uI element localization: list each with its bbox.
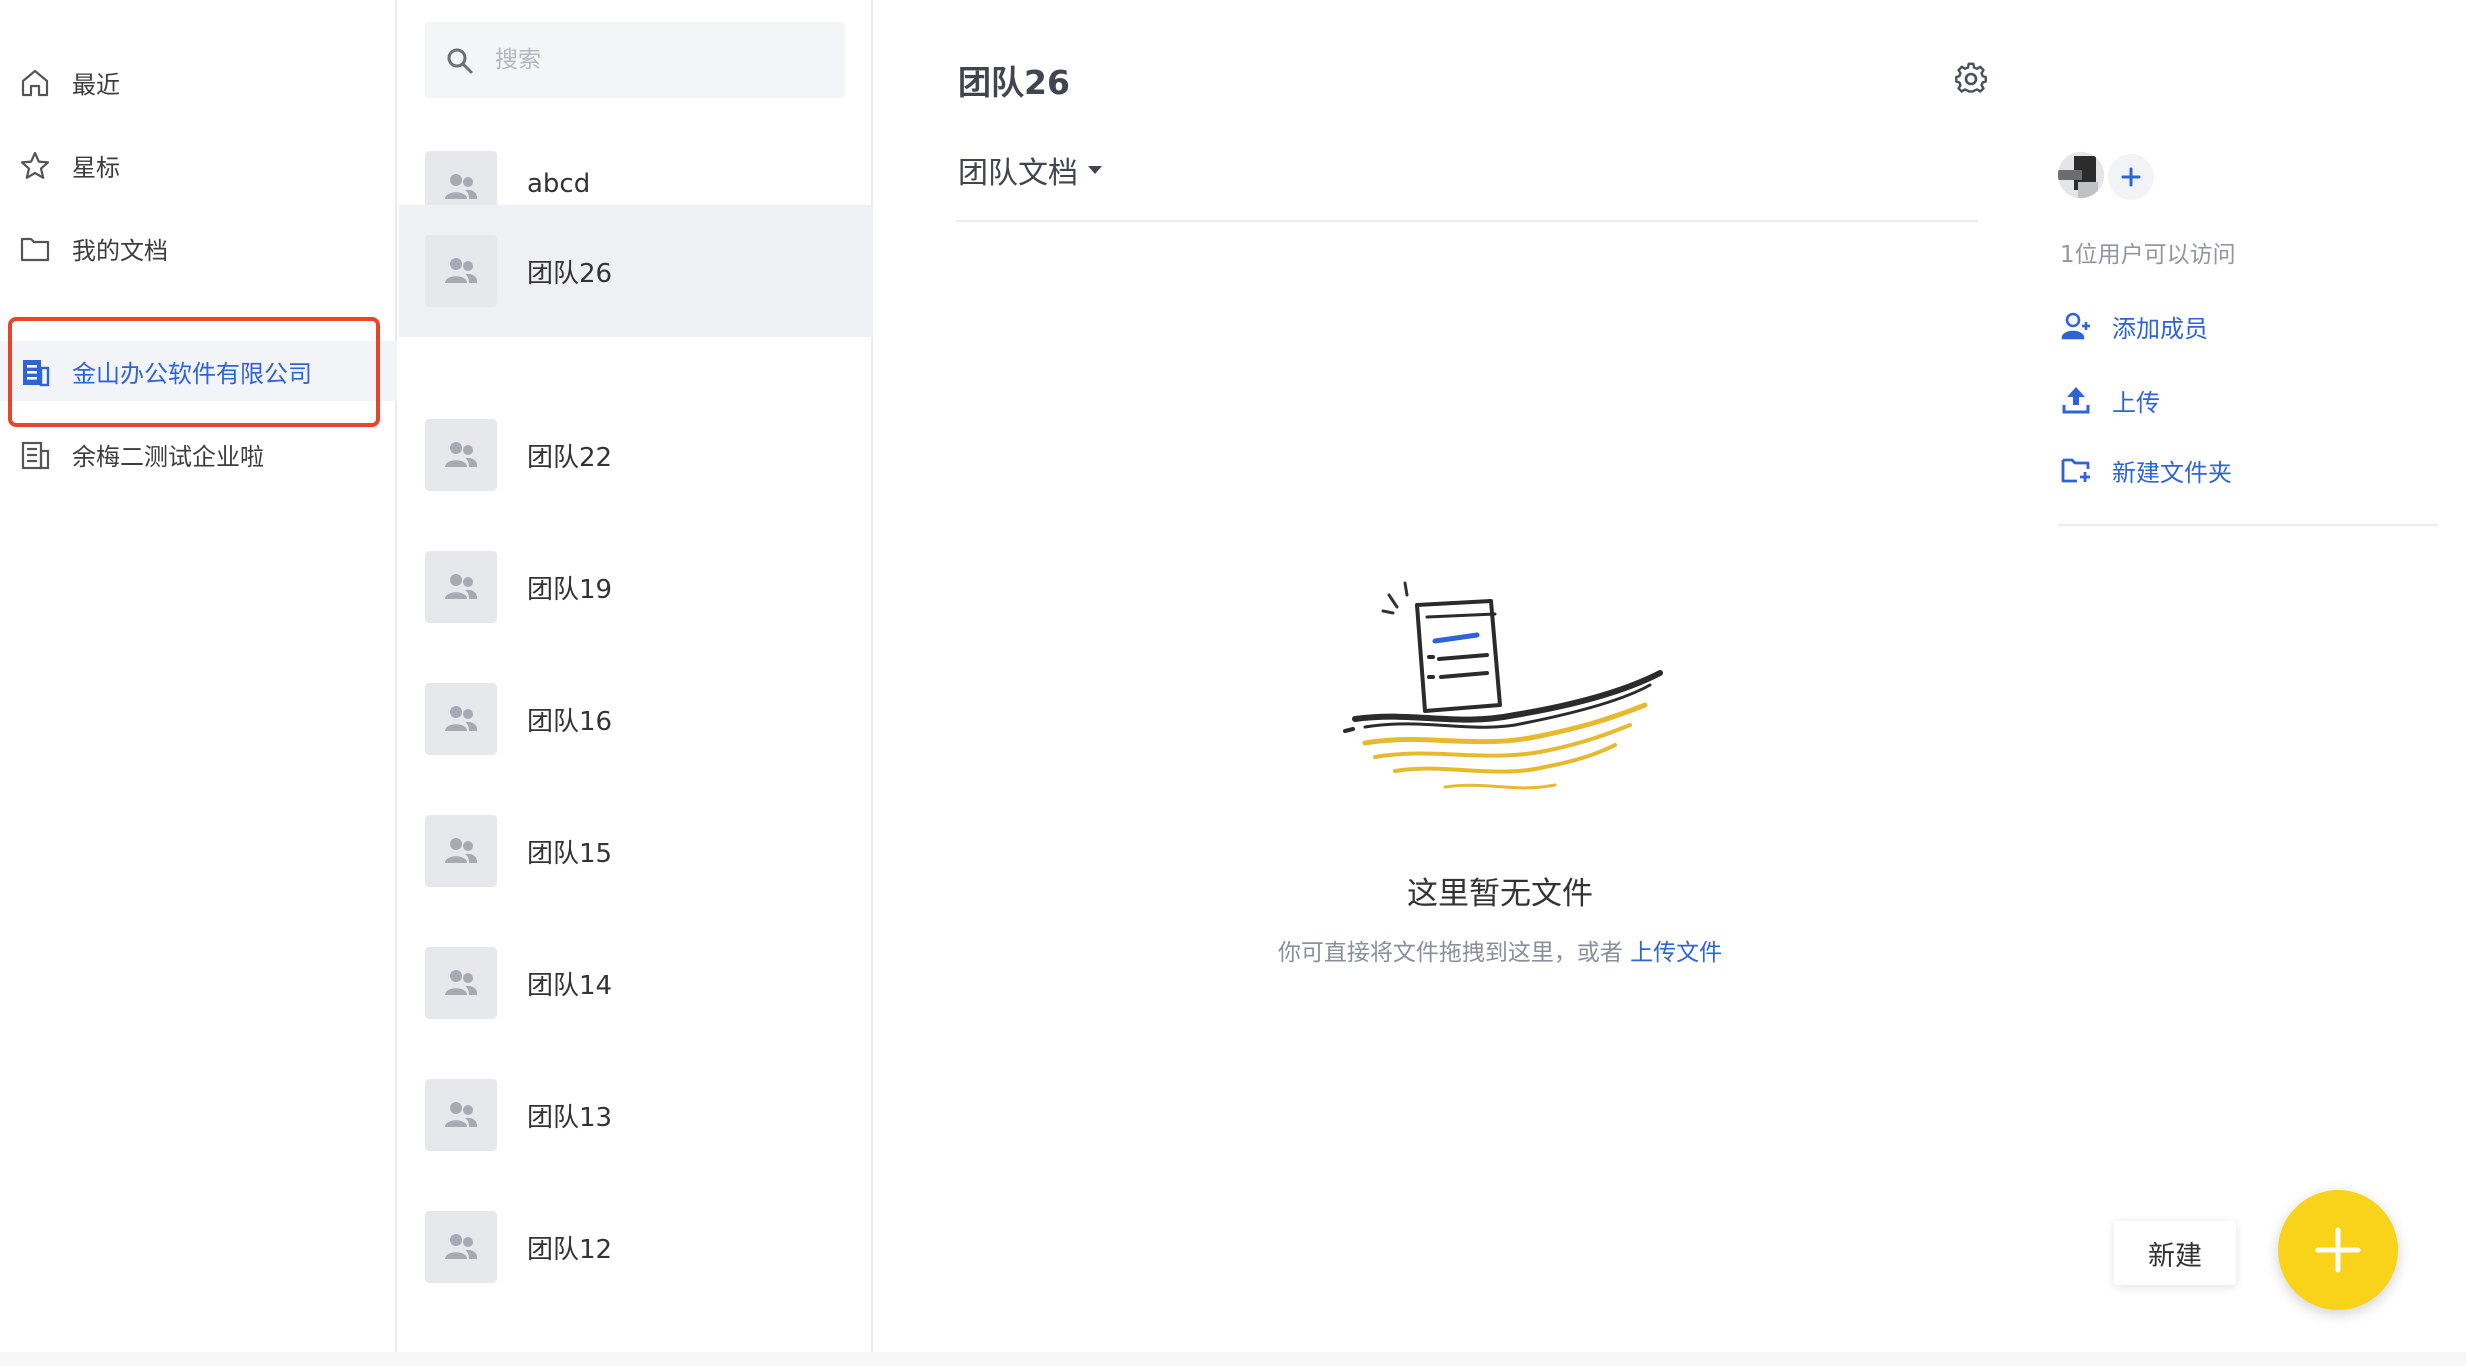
- bottom-edge: [0, 1352, 2466, 1366]
- team-members-icon: [445, 258, 478, 283]
- team-name: 团队14: [527, 971, 613, 1001]
- team-name: 团队26: [527, 259, 613, 289]
- plus-icon: [2121, 167, 2141, 187]
- folder-icon: [20, 237, 50, 262]
- search-input[interactable]: [495, 22, 825, 98]
- new-tooltip-label[interactable]: 新建: [2114, 1221, 2236, 1285]
- nav-item-label: 余梅二测试企业啦: [72, 442, 264, 471]
- team-avatar: [425, 1079, 497, 1151]
- divider: [956, 220, 1978, 222]
- team-name: abcd: [527, 169, 591, 199]
- add-member-label: 添加成员: [2112, 314, 2208, 343]
- team-members-icon: [445, 1102, 478, 1127]
- empty-hint-text: 你可直接将文件拖拽到这里，或者: [1277, 940, 1623, 966]
- team-avatar: [425, 947, 497, 1019]
- nav-item-company-kingsoft[interactable]: 金山办公软件有限公司: [0, 341, 397, 401]
- caret-down-icon: [1088, 166, 1102, 174]
- new-folder-icon: [2061, 458, 2090, 483]
- nav-item-company-test[interactable]: 余梅二测试企业啦: [0, 424, 397, 484]
- doc-type-dropdown[interactable]: 团队文档: [958, 148, 1102, 192]
- team-avatar: [425, 683, 497, 755]
- building-icon: [23, 360, 50, 387]
- gear-icon[interactable]: [1954, 62, 1988, 96]
- nav-item-my-docs[interactable]: 我的文档: [0, 218, 397, 278]
- team-avatar: [425, 551, 497, 623]
- team-item-19[interactable]: 团队19: [399, 521, 873, 653]
- nav-item-starred[interactable]: 星标: [0, 135, 397, 195]
- team-item-16[interactable]: 团队16: [399, 653, 873, 785]
- team-members-icon: [445, 838, 478, 863]
- team-name: 团队22: [527, 443, 613, 473]
- team-avatar: [425, 419, 497, 491]
- team-item-13[interactable]: 团队13: [399, 1049, 873, 1181]
- new-fab-button[interactable]: [2278, 1190, 2398, 1310]
- team-item-15[interactable]: 团队15: [399, 785, 873, 917]
- add-member-button[interactable]: [2108, 154, 2154, 200]
- nav-item-label: 最近: [72, 70, 120, 99]
- user-photo-icon: [2058, 152, 2104, 198]
- page-title: 团队26: [958, 63, 1070, 102]
- home-icon: [21, 69, 49, 97]
- team-members-icon: [445, 574, 478, 599]
- team-avatar: [425, 235, 497, 307]
- access-count: 1位用户可以访问: [2060, 242, 2236, 268]
- upload-label: 上传: [2112, 388, 2160, 417]
- team-name: 团队15: [527, 839, 613, 869]
- divider: [2058, 524, 2438, 526]
- team-members-icon: [445, 174, 478, 199]
- new-folder-action[interactable]: 新建文件夹: [2060, 448, 2232, 492]
- empty-state-title: 这里暂无文件: [1407, 876, 1593, 912]
- left-navigation: 最近 星标 我的文档 金山办公软件有限公司 余梅二测试企业啦: [0, 0, 397, 1366]
- team-name: 团队13: [527, 1103, 613, 1133]
- add-member-action[interactable]: 添加成员: [2060, 304, 2208, 348]
- upload-action[interactable]: 上传: [2060, 378, 2160, 422]
- nav-item-label: 金山办公软件有限公司: [72, 359, 312, 388]
- doc-type-label: 团队文档: [958, 156, 1078, 191]
- star-icon: [20, 151, 50, 179]
- nav-item-label: 我的文档: [72, 236, 168, 265]
- team-members-icon: [445, 1234, 478, 1259]
- team-members-icon: [445, 970, 478, 995]
- team-item-14[interactable]: 团队14: [399, 917, 873, 1049]
- team-avatar: [425, 1211, 497, 1283]
- member-avatars: [2058, 152, 2168, 208]
- team-name: 团队19: [527, 575, 613, 605]
- team-item-12[interactable]: 团队12: [399, 1181, 873, 1313]
- avatar[interactable]: [2058, 152, 2104, 198]
- empty-state-hint: 你可直接将文件拖拽到这里，或者 上传文件: [1200, 933, 1800, 967]
- team-list: abcd 团队26 团队22 团队19 团队16 团队15 团队14: [399, 0, 873, 1366]
- team-members-icon: [445, 706, 478, 731]
- team-avatar: [425, 815, 497, 887]
- upload-file-link[interactable]: 上传文件: [1630, 940, 1722, 966]
- team-name: 团队12: [527, 1235, 613, 1265]
- search-box: [425, 22, 845, 98]
- plus-icon: [2315, 1227, 2361, 1273]
- team-name: 团队16: [527, 707, 613, 737]
- new-folder-label: 新建文件夹: [2112, 458, 2232, 487]
- empty-boat-illustration: [1343, 581, 1663, 790]
- add-user-icon: [2061, 312, 2090, 340]
- search-icon: [447, 48, 473, 74]
- building-icon: [21, 441, 50, 470]
- nav-item-recent[interactable]: 最近: [0, 52, 397, 112]
- upload-icon: [2062, 387, 2090, 414]
- nav-item-label: 星标: [72, 153, 120, 182]
- team-item-26[interactable]: 团队26: [399, 205, 873, 337]
- team-item-22[interactable]: 团队22: [399, 389, 873, 521]
- team-members-icon: [445, 442, 478, 467]
